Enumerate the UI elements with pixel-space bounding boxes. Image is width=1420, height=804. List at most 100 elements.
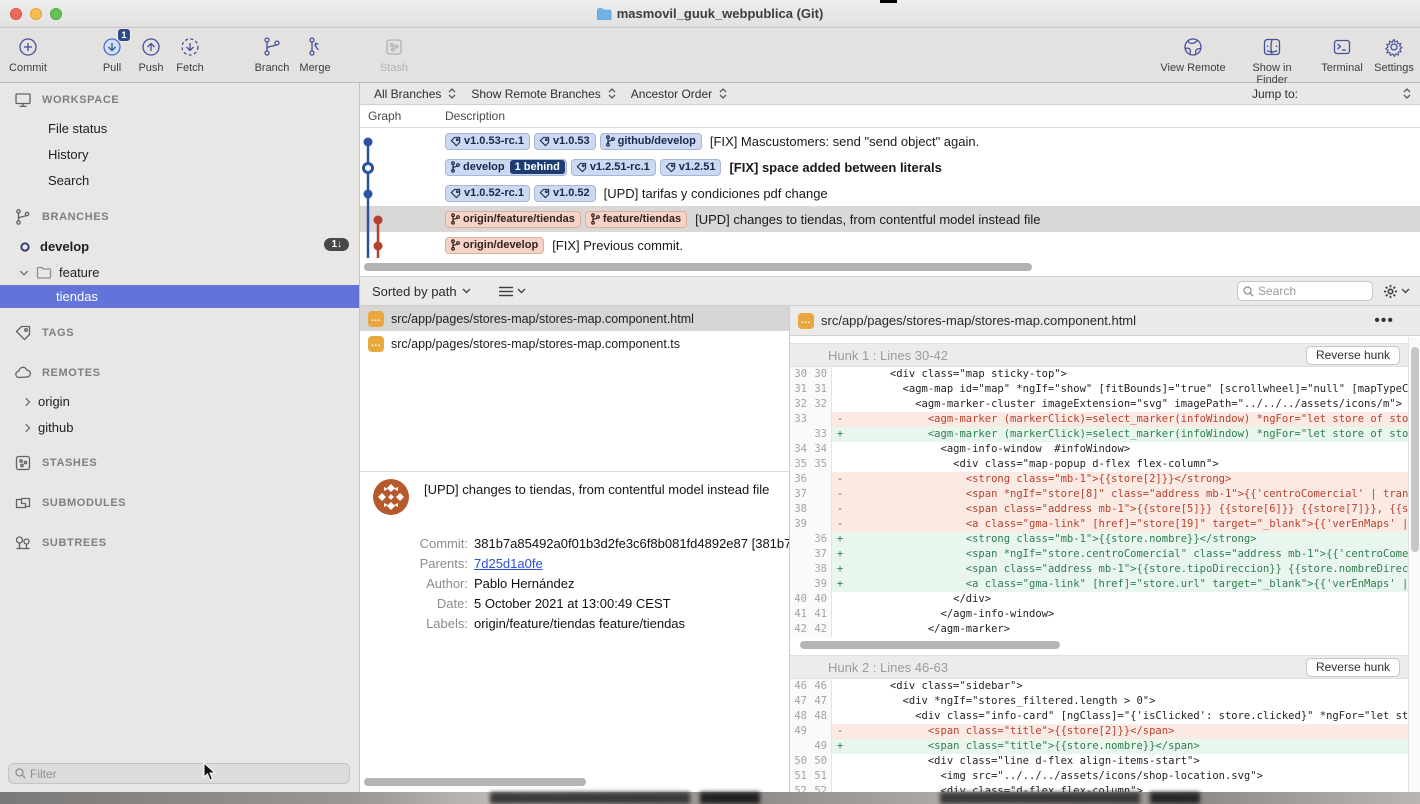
diff-scrollbar-thumb[interactable] bbox=[1411, 347, 1419, 552]
cloud-icon bbox=[14, 364, 32, 382]
toolbar-label: Fetch bbox=[155, 62, 225, 74]
history-filter-bar: All Branches Show Remote Branches Ancestor… bbox=[360, 83, 1420, 105]
search-input[interactable]: Search bbox=[1237, 281, 1373, 301]
detail-field-author: Author:Pablo Hernández bbox=[360, 576, 789, 596]
view-options-dropdown[interactable] bbox=[499, 286, 526, 297]
diff-line: 39+ <a class="gma-link" [href]="store.ur… bbox=[790, 577, 1408, 592]
detail-field-parents: Parents:7d25d1a0fe bbox=[360, 556, 789, 576]
tag-icon bbox=[539, 188, 550, 199]
file-list-toolbar: Sorted by path Search bbox=[360, 276, 1420, 306]
view-remote-button[interactable]: View Remote bbox=[1158, 33, 1228, 74]
file-list-item[interactable]: …src/app/pages/stores-map/stores-map.com… bbox=[360, 306, 789, 331]
folder-icon bbox=[597, 8, 612, 23]
diff-line: 3030 <div class="map sticky-top"> bbox=[790, 367, 1408, 382]
tag-badge: v1.2.51 bbox=[660, 159, 722, 176]
commit-row[interactable]: develop1 behindv1.2.51-rc.1v1.2.51[FIX] … bbox=[360, 154, 1420, 180]
diff-line: 4646 <div class="sidebar"> bbox=[790, 679, 1408, 694]
commit-graph bbox=[360, 128, 420, 258]
diff-line: 37- <span *ngIf="store[8]" class="addres… bbox=[790, 487, 1408, 502]
hunk-title: Hunk 2 : Lines 46-63 bbox=[828, 660, 948, 675]
search-icon bbox=[1243, 286, 1254, 297]
sidebar-item-file-status[interactable]: File status bbox=[0, 117, 359, 140]
modified-file-icon: … bbox=[368, 336, 384, 352]
jump-to-control[interactable]: Jump to: bbox=[1252, 87, 1412, 101]
diff-line: 39- <a class="gma-link" [href]="store[19… bbox=[790, 517, 1408, 532]
search-placeholder: Search bbox=[1258, 284, 1296, 298]
commit-row[interactable]: origin/feature/tiendasfeature/tiendas[UP… bbox=[360, 206, 1420, 232]
commit-button[interactable]: Commit bbox=[0, 33, 63, 74]
list-view-icon bbox=[499, 286, 513, 297]
diff-line: 49+ <span class="title">{{store.nombre}}… bbox=[790, 739, 1408, 754]
commit-message: [FIX] Previous commit. bbox=[552, 238, 683, 253]
diff-line: 3131 <agm-map id="map" *ngIf="show" [fit… bbox=[790, 382, 1408, 397]
chevron-updown-icon bbox=[607, 87, 617, 100]
diff-vertical-scrollbar bbox=[1408, 337, 1420, 792]
commit-row[interactable]: v1.0.52-rc.1v1.0.52[UPD] tarifas y condi… bbox=[360, 180, 1420, 206]
diff-settings-dropdown[interactable] bbox=[1383, 284, 1410, 299]
tag-badge: v1.0.52 bbox=[534, 185, 596, 202]
changed-files-panel: [UPD] changes to tiendas, from contentfu… bbox=[360, 306, 790, 792]
commit-message: [FIX] Mascustomers: send "send object" a… bbox=[710, 134, 979, 149]
tag-badge: v1.0.53-rc.1 bbox=[445, 133, 530, 150]
commit-icon bbox=[0, 33, 63, 61]
diff-line: 4848 <div class="info-card" [ngClass]="{… bbox=[790, 709, 1408, 724]
branch-icon bbox=[450, 213, 460, 225]
branch-filter-input[interactable]: Filter bbox=[8, 763, 350, 784]
section-tags: TAGS bbox=[0, 321, 359, 344]
stashes-icon bbox=[14, 454, 32, 472]
diff-line: 5252 <div class="d-flex flex-column"> bbox=[790, 784, 1408, 792]
sidebar-item-history[interactable]: History bbox=[0, 143, 359, 166]
fetch-button[interactable]: Fetch bbox=[155, 33, 225, 74]
column-graph: Graph bbox=[368, 109, 401, 123]
toolbar-label: Commit bbox=[0, 62, 63, 74]
modified-file-icon: … bbox=[798, 313, 814, 329]
show-in-finder-button[interactable]: Show in Finder bbox=[1237, 33, 1307, 86]
tag-badge: v1.0.52-rc.1 bbox=[445, 185, 530, 202]
history-scrollbar-thumb[interactable] bbox=[364, 263, 1032, 271]
detail-field-commit: Commit:381b7a85492a0f01b3d2fe3c6f8b081fd… bbox=[360, 536, 789, 556]
window-title: masmovil_guuk_webpublica (Git) bbox=[0, 6, 1420, 23]
diff-line: 3232 <agm-marker-cluster imageExtension=… bbox=[790, 397, 1408, 412]
commit-row[interactable]: origin/develop [FIX] Previous commit. bbox=[360, 232, 1420, 258]
tag-icon bbox=[665, 162, 676, 173]
sidebar-remote-origin[interactable]: origin bbox=[0, 390, 359, 413]
diff-line: 38- <span class="address mb-1">{{store[5… bbox=[790, 502, 1408, 517]
settings-button[interactable]: Settings bbox=[1359, 33, 1420, 74]
chevron-updown-icon bbox=[718, 87, 728, 100]
file-panel-scrollbar-thumb[interactable] bbox=[364, 778, 586, 786]
branch-badge: feature/tiendas bbox=[585, 211, 687, 228]
sidebar-branch-develop[interactable]: develop1↓ bbox=[0, 235, 359, 258]
branch-badge: origin/develop bbox=[445, 237, 544, 254]
filter-all-branches[interactable]: All Branches bbox=[374, 87, 457, 101]
diff-line: 36- <strong class="mb-1">{{store[2]}}</s… bbox=[790, 472, 1408, 487]
sidebar: WORKSPACEFile statusHistorySearchBRANCHE… bbox=[0, 83, 360, 792]
sort-label: Sorted by path bbox=[372, 284, 457, 299]
file-list-item[interactable]: …src/app/pages/stores-map/stores-map.com… bbox=[360, 331, 789, 356]
commit-row[interactable]: v1.0.53-rc.1v1.0.53github/develop[FIX] M… bbox=[360, 128, 1420, 154]
chevron-down-icon bbox=[517, 288, 526, 294]
toolbar-label: View Remote bbox=[1158, 62, 1228, 74]
diff-horizontal-scrollbar-thumb[interactable] bbox=[800, 641, 1060, 649]
sidebar-remote-github[interactable]: github bbox=[0, 416, 359, 439]
history-scrollbar bbox=[360, 258, 1420, 276]
reverse-hunk-button[interactable]: Reverse hunk bbox=[1306, 658, 1400, 677]
sidebar-branch-folder-feature[interactable]: feature bbox=[0, 261, 359, 284]
section-branches: BRANCHES bbox=[0, 205, 359, 228]
commit-message: [UPD] changes to tiendas, from contentfu… bbox=[424, 482, 780, 497]
sort-dropdown[interactable]: Sorted by path bbox=[372, 284, 471, 299]
merge-button[interactable]: Merge bbox=[280, 33, 350, 74]
sidebar-item-search[interactable]: Search bbox=[0, 169, 359, 192]
parent-commit-link[interactable]: 7d25d1a0fe bbox=[474, 556, 543, 571]
title-bar: masmovil_guuk_webpublica (Git) bbox=[0, 0, 1420, 28]
gear-icon bbox=[1359, 33, 1420, 61]
divider bbox=[360, 471, 789, 472]
commit-message: [UPD] changes to tiendas, from contentfu… bbox=[695, 212, 1040, 227]
filter-ancestor-order[interactable]: Ancestor Order bbox=[631, 87, 728, 101]
more-options-button[interactable]: ••• bbox=[1374, 312, 1394, 330]
filter-show-remote-branches[interactable]: Show Remote Branches bbox=[471, 87, 616, 101]
branch-badge: github/develop bbox=[600, 133, 702, 150]
sidebar-branch-tiendas[interactable]: tiendas bbox=[0, 285, 359, 308]
reverse-hunk-button[interactable]: Reverse hunk bbox=[1306, 346, 1400, 365]
stash-button: Stash bbox=[359, 33, 429, 74]
screen-artifact bbox=[880, 0, 897, 3]
